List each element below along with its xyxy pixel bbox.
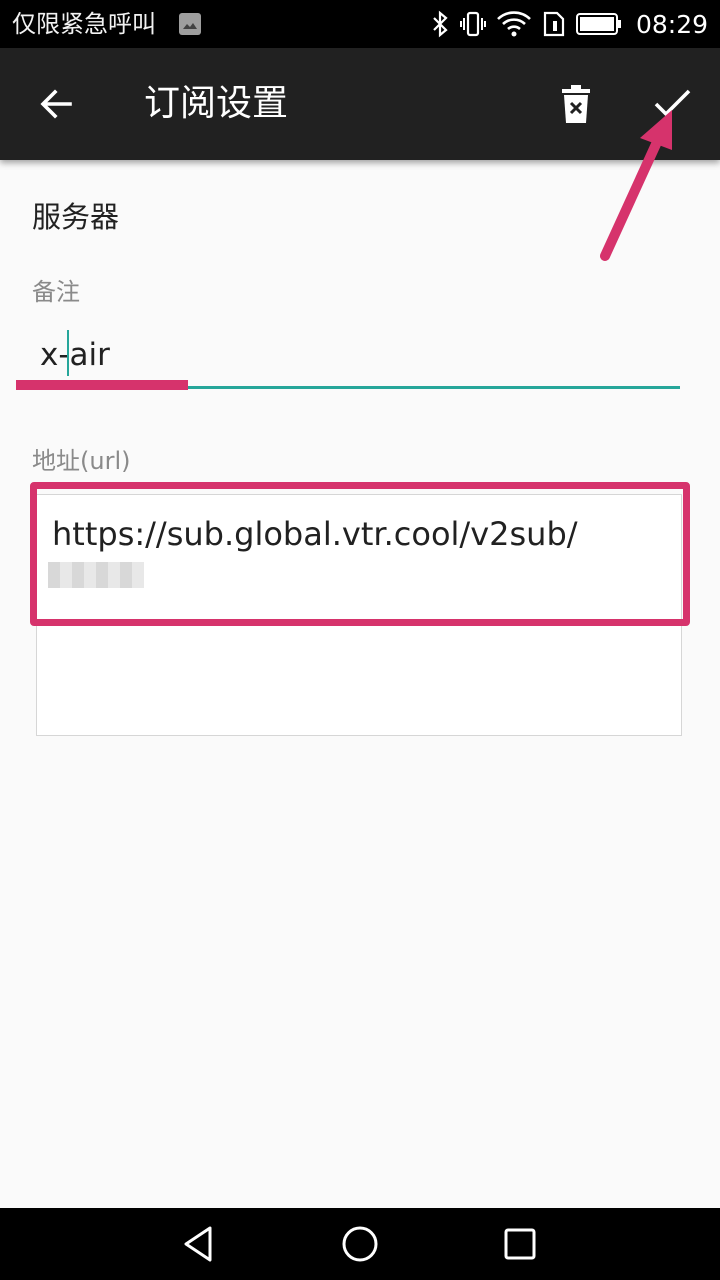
wifi-icon <box>496 10 532 38</box>
page-title: 订阅设置 <box>144 83 289 124</box>
nav-back-icon <box>184 1226 212 1262</box>
nav-home-icon <box>342 1226 378 1262</box>
back-button[interactable] <box>28 76 84 132</box>
nav-recent-icon <box>504 1228 536 1260</box>
clock: 08:29 <box>635 9 708 39</box>
remark-label: 备注 <box>32 278 80 306</box>
nav-back-button[interactable] <box>176 1220 224 1268</box>
image-icon <box>178 12 202 36</box>
url-label: 地址(url) <box>32 447 131 475</box>
annotation-url-box <box>30 482 690 626</box>
section-title-server: 服务器 <box>32 200 120 234</box>
text-cursor <box>67 330 69 376</box>
annotation-underline <box>16 380 188 390</box>
arrow-left-icon <box>40 89 72 119</box>
remark-input[interactable] <box>40 330 680 380</box>
check-icon <box>654 89 691 117</box>
delete-button[interactable] <box>548 76 604 132</box>
status-icons: 08:29 <box>430 0 708 48</box>
nav-recent-button[interactable] <box>496 1220 544 1268</box>
confirm-button[interactable] <box>644 76 700 132</box>
bluetooth-icon <box>430 10 450 38</box>
battery-icon <box>575 12 622 36</box>
app-toolbar: 订阅设置 <box>0 48 720 160</box>
nav-home-button[interactable] <box>336 1220 384 1268</box>
system-nav-bar <box>0 1208 720 1280</box>
carrier-text: 仅限紧急呼叫 <box>12 10 156 38</box>
sim-icon <box>542 10 566 38</box>
status-bar: 仅限紧急呼叫 08:29 <box>0 0 720 48</box>
delete-icon <box>562 85 590 123</box>
vibrate-icon <box>459 10 486 38</box>
